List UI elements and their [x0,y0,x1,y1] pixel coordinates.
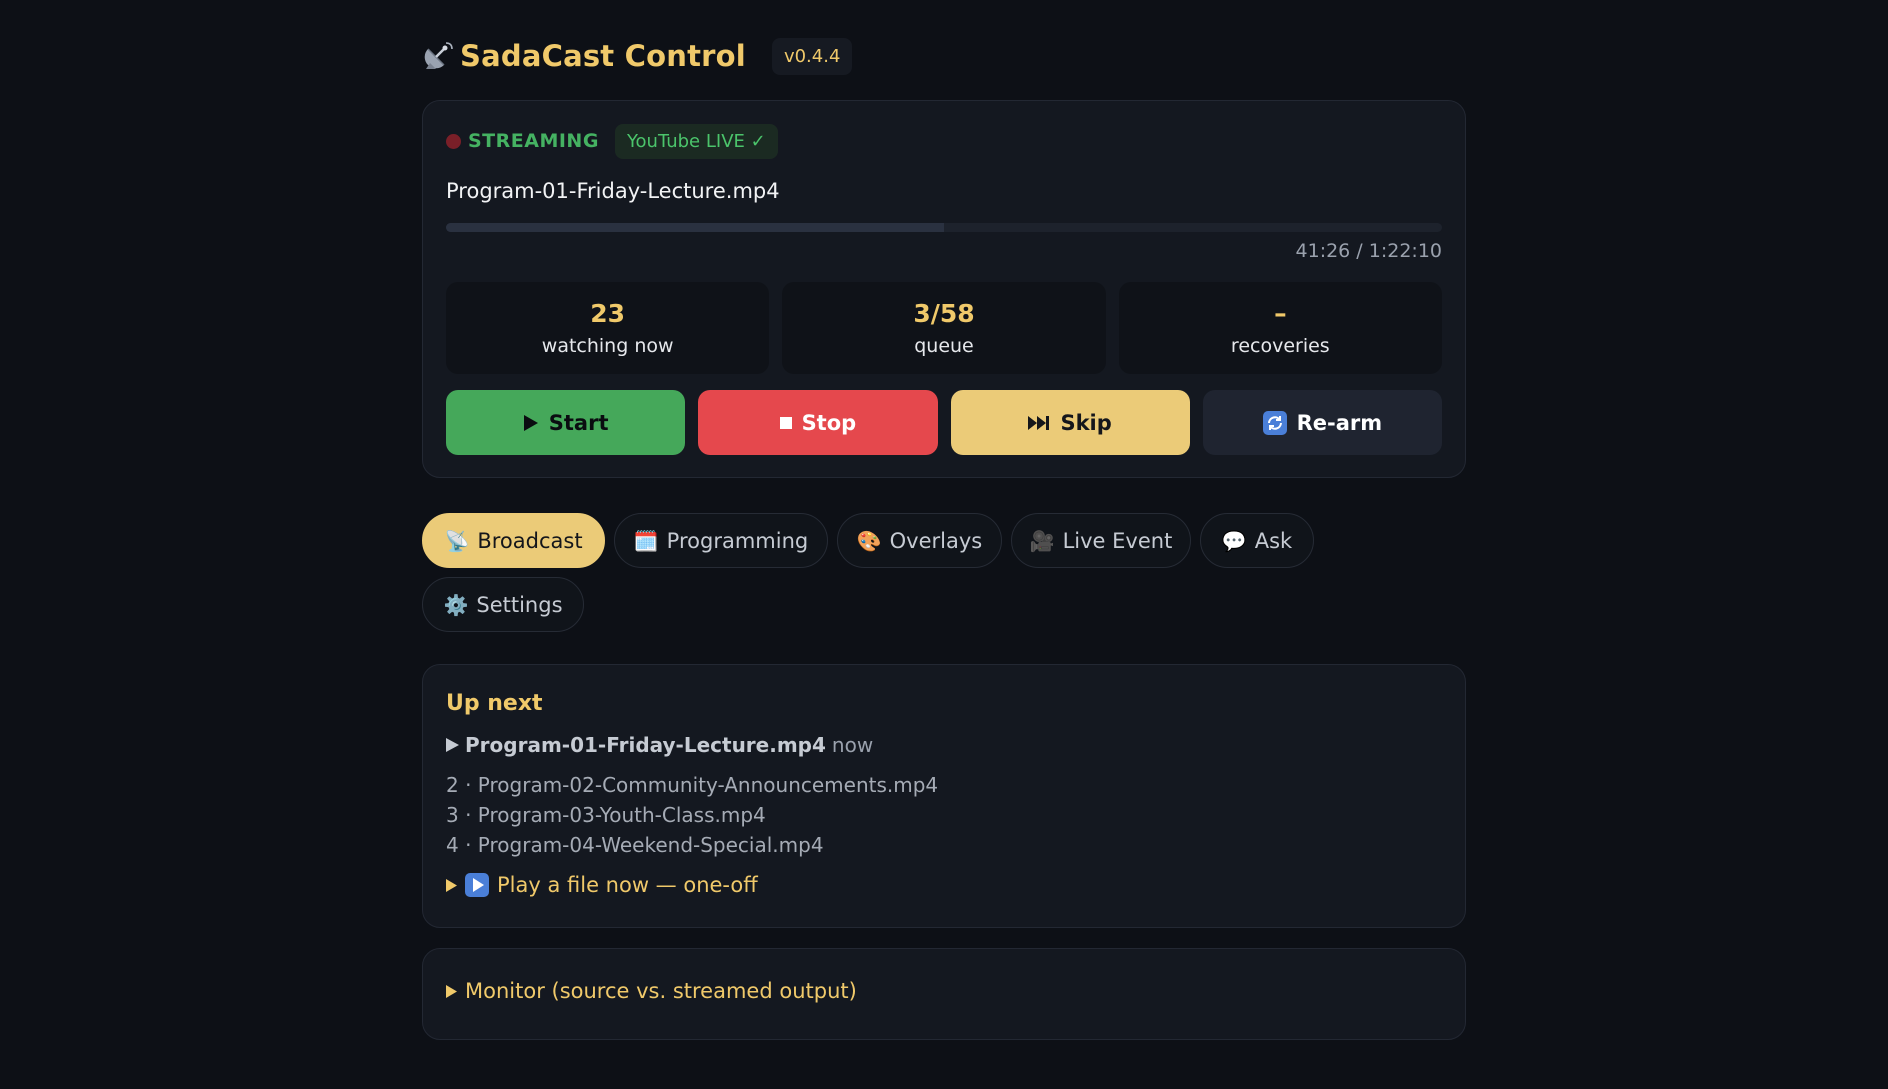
stream-status: STREAMING [468,130,599,152]
skip-forward-icon [1028,415,1050,430]
rearm-button[interactable]: Re-arm [1202,390,1442,455]
disclosure-triangle-icon [446,984,457,998]
stop-icon [779,416,792,429]
tab-label: Broadcast [477,528,583,553]
play-now-toggle[interactable]: Play a file now — one-off [446,873,758,897]
tab-label: Live Event [1062,528,1173,553]
tab-overlays[interactable]: 🎨 Overlays [837,513,1002,568]
stat-value: – [1274,299,1287,328]
tab-programming[interactable]: 🗓️ Programming [614,513,828,568]
start-button[interactable]: Start [446,390,686,455]
playback-progress [446,223,1442,232]
record-dot-icon [446,133,461,149]
tab-label: Programming [666,528,809,553]
rearm-label: Re-arm [1296,410,1383,435]
tab-live-event[interactable]: 🎥 Live Event [1011,513,1191,568]
list-item: 2 · Program-02-Community-Announcements.m… [446,773,939,797]
gear-icon: ⚙️ [443,592,469,617]
stats-row: 23 watching now 3/58 queue – recoveries [446,282,1442,374]
monitor-panel: Monitor (source vs. streamed output) [422,948,1466,1040]
current-filename: Program-01-Friday-Lecture.mp4 [446,179,780,203]
control-actions: Start Stop Skip Re-arm [446,390,1442,455]
now-playing-name: Program-01-Friday-Lecture.mp4 [465,733,826,757]
satellite-dish-icon: 📡 [444,528,470,553]
up-next-title: Up next [446,691,543,716]
refresh-icon [1262,410,1287,435]
monitor-label: Monitor (source vs. streamed output) [465,979,857,1003]
stat-queue: 3/58 queue [782,282,1106,374]
palette-icon: 🎨 [856,528,882,553]
stat-label: watching now [541,335,674,357]
status-panel: STREAMING YouTube LIVE ✓ Program-01-Frid… [422,100,1466,478]
list-item: 4 · Program-04-Weekend-Special.mp4 [446,833,824,857]
list-item: 3 · Program-03-Youth-Class.mp4 [446,803,766,827]
playback-progress-fill [446,223,944,232]
speech-bubble-icon: 💬 [1221,528,1247,553]
tab-label: Overlays [889,528,983,553]
skip-label: Skip [1060,410,1112,435]
play-button-icon [465,873,489,897]
play-triangle-icon [446,738,459,752]
tab-label: Ask [1254,528,1293,553]
stat-label: queue [914,335,974,357]
play-icon [523,414,538,431]
up-next-panel: Up next Program-01-Friday-Lecture.mp4 no… [422,664,1466,928]
tab-ask[interactable]: 💬 Ask [1200,513,1314,568]
stat-watching: 23 watching now [446,282,770,374]
tab-broadcast[interactable]: 📡 Broadcast [422,513,605,568]
now-playing-item: Program-01-Friday-Lecture.mp4 now [446,733,873,757]
now-tag: now [831,733,874,757]
tab-settings[interactable]: ⚙️ Settings [422,577,584,632]
calendar-icon: 🗓️ [633,528,659,553]
stop-label: Stop [801,410,857,435]
version-badge: v0.4.4 [771,37,853,75]
stat-label: recoveries [1230,335,1330,357]
video-camera-icon: 🎥 [1029,528,1055,553]
queue-list: 2 · Program-02-Community-Announcements.m… [446,770,938,860]
satellite-dish-icon [424,42,453,69]
disclosure-triangle-icon [446,878,457,892]
stat-value: 3/58 [913,299,975,328]
stat-recoveries: – recoveries [1118,282,1442,374]
app-title: SadaCast Control [460,39,746,73]
stop-button[interactable]: Stop [698,390,938,455]
start-label: Start [548,410,609,435]
tab-label: Settings [476,592,563,617]
stat-value: 23 [590,299,626,328]
playback-time: 41:26 / 1:22:10 [1295,240,1442,262]
youtube-live-badge: YouTube LIVE ✓ [614,123,778,159]
status-row: STREAMING YouTube LIVE ✓ [446,123,778,159]
skip-button[interactable]: Skip [950,390,1190,455]
app-header: SadaCast Control v0.4.4 [422,34,853,78]
play-now-label: Play a file now — one-off [497,873,758,897]
monitor-toggle[interactable]: Monitor (source vs. streamed output) [446,979,857,1003]
